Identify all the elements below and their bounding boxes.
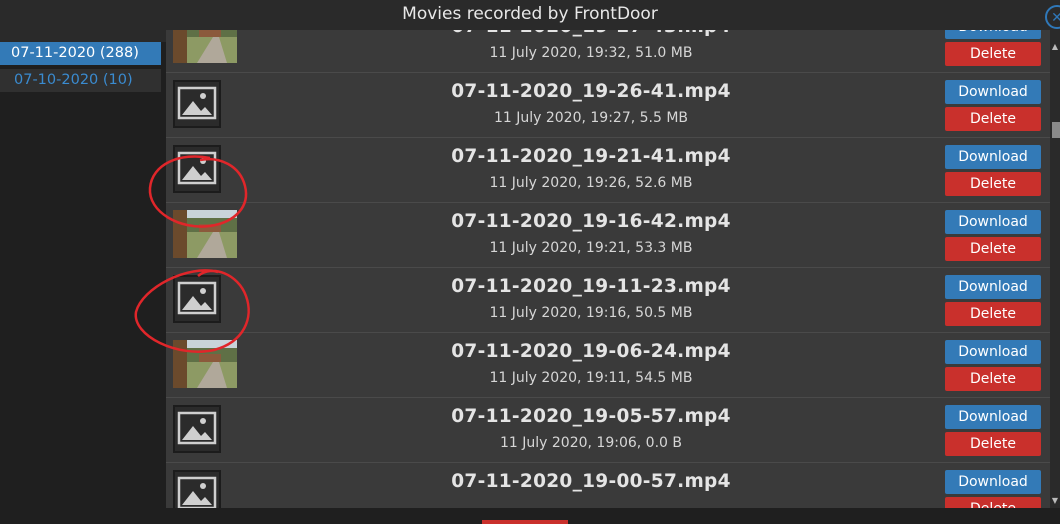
recording-filename: 07-11-2020_19-27-43.mp4 [386, 30, 796, 37]
scroll-down-arrow-icon[interactable]: ▼ [1050, 496, 1060, 506]
image-placeholder-icon[interactable] [173, 470, 221, 508]
recording-row[interactable]: 07-11-2020_19-11-23.mp4 11 July 2020, 19:… [166, 268, 1050, 333]
date-sidebar: 07-11-2020 (288) 07-10-2020 (10) [0, 42, 166, 524]
delete-button[interactable]: Delete [945, 497, 1041, 508]
delete-button[interactable]: Delete [945, 237, 1041, 261]
date-item-07-10-2020[interactable]: 07-10-2020 (10) [0, 69, 161, 92]
recording-list[interactable]: 07-11-2020_19-27-43.mp4 11 July 2020, 19:… [166, 30, 1050, 508]
recording-row[interactable]: 07-11-2020_19-06-24.mp4 11 July 2020, 19:… [166, 333, 1050, 398]
recording-meta: 11 July 2020, 19:26, 52.6 MB [489, 175, 693, 191]
recording-row[interactable]: 07-11-2020_19-00-57.mp4 Download Delete [166, 463, 1050, 508]
recording-filename: 07-11-2020_19-16-42.mp4 [451, 211, 731, 232]
recording-row[interactable]: 07-11-2020_19-27-43.mp4 11 July 2020, 19:… [166, 30, 1050, 73]
recording-filename: 07-11-2020_19-21-41.mp4 [451, 146, 731, 167]
download-button[interactable]: Download [945, 210, 1041, 234]
video-thumbnail[interactable] [173, 30, 237, 63]
footer-button[interactable] [482, 520, 568, 524]
download-button[interactable]: Download [945, 275, 1041, 299]
scroll-up-arrow-icon[interactable]: ▲ [1050, 42, 1060, 52]
delete-button[interactable]: Delete [945, 172, 1041, 196]
recording-filename: 07-11-2020_19-00-57.mp4 [451, 471, 731, 492]
video-thumbnail[interactable] [173, 340, 237, 388]
image-placeholder-icon[interactable] [173, 145, 221, 193]
delete-button[interactable]: Delete [945, 107, 1041, 131]
recording-meta: 11 July 2020, 19:27, 5.5 MB [493, 110, 689, 126]
recording-meta: 11 July 2020, 19:21, 53.3 MB [489, 240, 693, 256]
recording-filename: 07-11-2020_19-11-23.mp4 [451, 276, 731, 297]
recording-meta: 11 July 2020, 19:32, 51.0 MB [489, 45, 693, 61]
scrollbar[interactable] [1050, 42, 1060, 508]
scrollbar-thumb[interactable] [1052, 122, 1060, 138]
image-placeholder-icon[interactable] [173, 80, 221, 128]
delete-button[interactable]: Delete [945, 432, 1041, 456]
download-button[interactable]: Download [945, 145, 1041, 169]
delete-button[interactable]: Delete [945, 367, 1041, 391]
image-placeholder-icon[interactable] [173, 405, 221, 453]
image-placeholder-icon[interactable] [173, 275, 221, 323]
download-button[interactable]: Download [945, 405, 1041, 429]
download-button[interactable]: Download [945, 340, 1041, 364]
recording-meta: 11 July 2020, 19:11, 54.5 MB [489, 370, 693, 386]
download-button[interactable]: Download [945, 30, 1041, 39]
window-title: Movies recorded by FrontDoor [402, 4, 658, 24]
delete-button[interactable]: Delete [945, 42, 1041, 66]
recording-meta: 11 July 2020, 19:16, 50.5 MB [489, 305, 693, 321]
recording-row[interactable]: 07-11-2020_19-05-57.mp4 11 July 2020, 19:… [166, 398, 1050, 463]
recording-row[interactable]: 07-11-2020_19-26-41.mp4 11 July 2020, 19:… [166, 73, 1050, 138]
download-button[interactable]: Download [945, 80, 1041, 104]
video-thumbnail[interactable] [173, 210, 237, 258]
recording-row[interactable]: 07-11-2020_19-21-41.mp4 11 July 2020, 19:… [166, 138, 1050, 203]
close-icon[interactable]: ✕ [1045, 5, 1060, 29]
recording-meta: 11 July 2020, 19:06, 0.0 B [500, 435, 682, 451]
recording-filename: 07-11-2020_19-06-24.mp4 [451, 341, 731, 362]
recording-filename: 07-11-2020_19-05-57.mp4 [451, 406, 731, 427]
download-button[interactable]: Download [945, 470, 1041, 494]
delete-button[interactable]: Delete [945, 302, 1041, 326]
recording-row[interactable]: 07-11-2020_19-16-42.mp4 11 July 2020, 19:… [166, 203, 1050, 268]
date-item-07-11-2020[interactable]: 07-11-2020 (288) [0, 42, 161, 65]
recording-filename: 07-11-2020_19-26-41.mp4 [451, 81, 731, 102]
